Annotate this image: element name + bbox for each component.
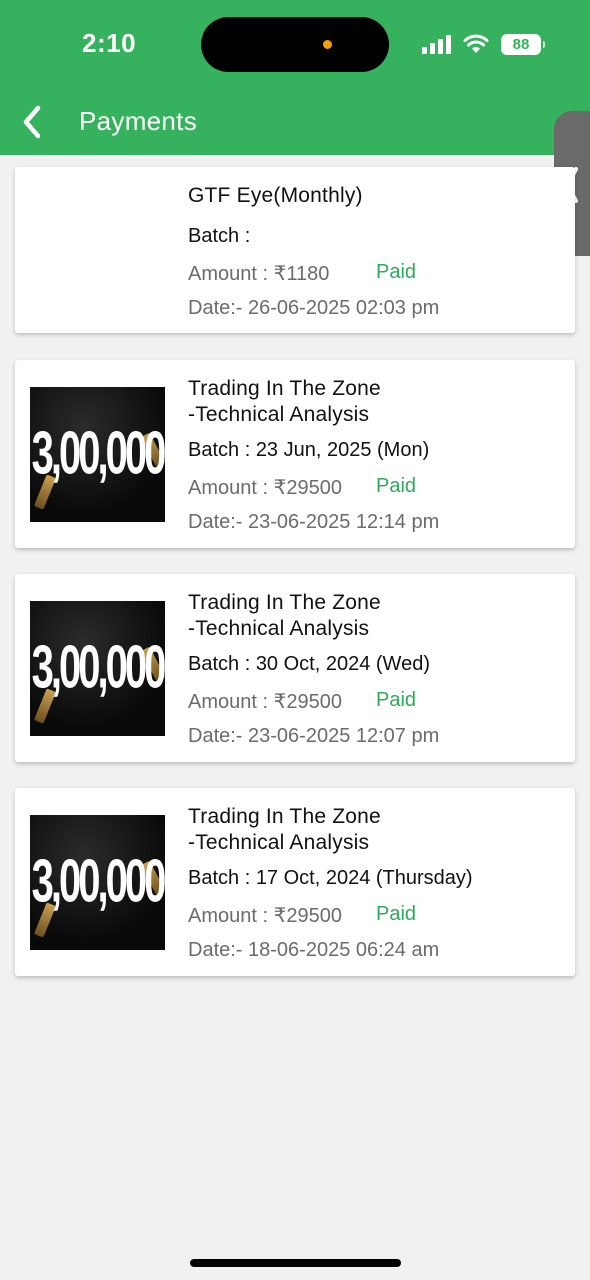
payment-card[interactable]: 3,00,000 Trading In The Zone -Technical … xyxy=(15,360,575,548)
batch-label: Batch : 30 Oct, 2024 (Wed) xyxy=(188,653,430,675)
thumbnail-number: 3,00,000 xyxy=(31,421,165,487)
status-time: 2:10 xyxy=(82,28,137,58)
amount-label: Amount : ₹29500 xyxy=(188,477,342,499)
amount-label: Amount : ₹1180 xyxy=(188,263,330,285)
course-thumbnail: 3,00,000 xyxy=(30,387,165,522)
status-icons: 88 xyxy=(422,30,545,58)
payment-date: Date:- 23-06-2025 12:07 pm xyxy=(188,725,440,747)
dynamic-island xyxy=(201,17,389,72)
page-title: Payments xyxy=(79,106,198,136)
course-thumbnail: 3,00,000 xyxy=(30,815,165,950)
battery-icon: 88 xyxy=(501,33,545,55)
payment-date: Date:- 26-06-2025 02:03 pm xyxy=(188,297,440,319)
course-title: GTF Eye(Monthly) xyxy=(188,184,363,207)
thumbnail-number: 3,00,000 xyxy=(31,849,165,915)
home-indicator[interactable] xyxy=(190,1259,401,1267)
amount-label: Amount : ₹29500 xyxy=(188,691,342,713)
chevron-left-icon xyxy=(23,105,41,139)
payment-card[interactable]: 3,00,000 Trading In The Zone -Technical … xyxy=(15,788,575,976)
payment-status: Paid xyxy=(376,261,417,283)
back-button[interactable] xyxy=(18,104,50,140)
course-title: Trading In The Zone -Technical Analysis xyxy=(188,377,381,426)
payment-date: Date:- 23-06-2025 12:14 pm xyxy=(188,511,440,533)
payment-status: Paid xyxy=(376,689,417,711)
batch-label: Batch : xyxy=(188,225,251,247)
batch-label: Batch : 17 Oct, 2024 (Thursday) xyxy=(188,867,473,889)
payment-card[interactable]: 3,00,000 Trading In The Zone -Technical … xyxy=(15,574,575,762)
wifi-icon xyxy=(463,34,489,53)
payment-status: Paid xyxy=(376,903,417,925)
privacy-indicator-dot xyxy=(323,40,332,49)
course-title: Trading In The Zone -Technical Analysis xyxy=(188,805,381,854)
amount-label: Amount : ₹29500 xyxy=(188,905,342,927)
payment-date: Date:- 18-06-2025 06:24 am xyxy=(188,939,440,961)
course-title: Trading In The Zone -Technical Analysis xyxy=(188,591,381,640)
payment-status: Paid xyxy=(376,475,417,497)
batch-label: Batch : 23 Jun, 2025 (Mon) xyxy=(188,439,430,461)
cellular-signal-icon xyxy=(422,34,451,54)
app-header: 2:10 88 Payments xyxy=(0,0,590,155)
payment-card[interactable]: GTF Eye(Monthly) Batch : Amount : ₹1180 … xyxy=(15,167,575,333)
thumbnail-number: 3,00,000 xyxy=(31,635,165,701)
course-thumbnail: 3,00,000 xyxy=(30,601,165,736)
